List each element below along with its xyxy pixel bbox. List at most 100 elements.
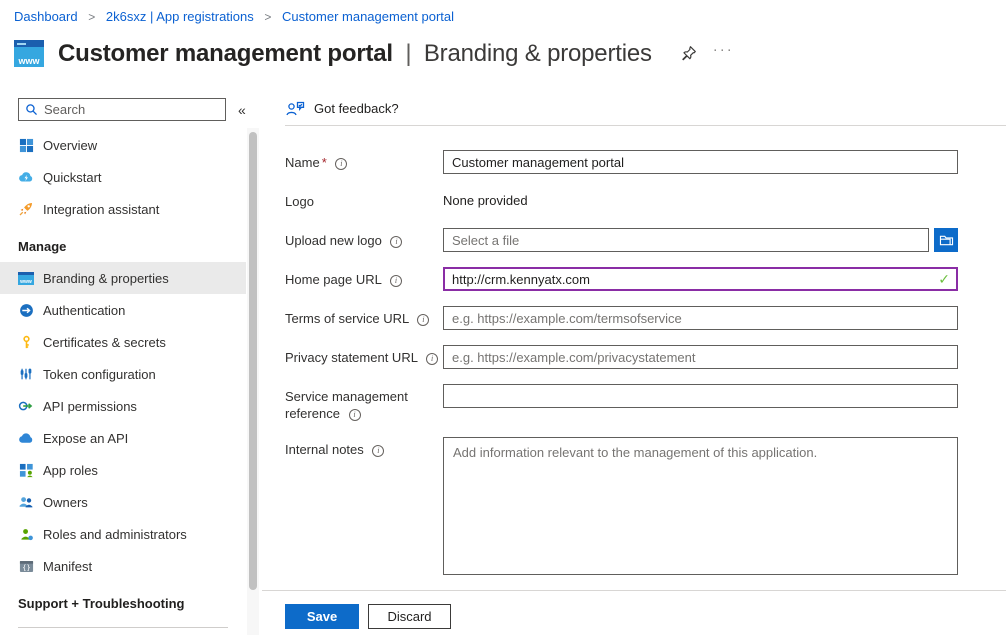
sidebar-item-authentication[interactable]: Authentication [0,294,246,326]
sidebar-item-label: API permissions [43,399,137,414]
sidebar-item-label: Owners [43,495,88,510]
name-input[interactable] [443,150,958,174]
svg-text:{}: {} [22,562,30,571]
sidebar-item-label: Branding & properties [43,271,169,286]
sidebar-item-label: Quickstart [43,170,102,185]
manifest-braces-icon: {} [18,558,34,574]
home-page-url-input[interactable] [443,267,958,291]
quickstart-icon [18,169,34,185]
form-row-name: Name* i [285,150,1006,174]
info-icon[interactable]: i [372,445,384,457]
sidebar-item-label: Token configuration [43,367,156,382]
breadcrumb-separator: > [88,10,95,24]
sidebar-item-label: Expose an API [43,431,128,446]
search-icon [25,103,38,116]
privacy-url-label: Privacy statement URL i [285,345,443,369]
sidebar-item-quickstart[interactable]: Quickstart [0,161,246,193]
privacy-url-input[interactable] [443,345,958,369]
got-feedback-link[interactable]: Got feedback? [285,88,435,117]
form-row-privacy-url: Privacy statement URL i [285,345,1006,369]
sidebar-search-box [18,98,226,121]
form-footer: Save Discard [262,590,1006,635]
admin-person-icon [18,526,34,542]
discard-button[interactable]: Discard [368,604,451,629]
info-icon[interactable]: i [349,409,361,421]
sidebar-item-manifest[interactable]: {} Manifest [0,550,246,582]
breadcrumb-link-dashboard[interactable]: Dashboard [14,9,78,24]
terms-url-label: Terms of service URL i [285,306,443,330]
sidebar-section-manage: Manage [0,225,262,262]
upload-logo-label: Upload new logo i [285,228,443,252]
sidebar-item-token-configuration[interactable]: Token configuration [0,358,246,390]
logo-value: None provided [443,189,958,208]
breadcrumb-link-app-registrations[interactable]: 2k6sxz | App registrations [106,9,254,24]
sign-in-arrow-icon [18,302,34,318]
name-label: Name* i [285,150,443,174]
internal-notes-textarea[interactable] [443,437,958,575]
form-row-service-reference: Service management reference i [285,384,1006,422]
sidebar-item-label: Authentication [43,303,125,318]
sidebar-nav: Overview Quickstart Integration assistan… [0,129,262,628]
info-icon[interactable]: i [417,314,429,326]
info-icon[interactable]: i [335,158,347,170]
sidebar-item-api-permissions[interactable]: API permissions [0,390,246,422]
form-row-home-page-url: Home page URL i ✓ [285,267,1006,291]
sidebar-item-label: Manifest [43,559,92,574]
sidebar-item-overview[interactable]: Overview [0,129,246,161]
sidebar-item-roles-administrators[interactable]: Roles and administrators [0,518,246,550]
sidebar-scrollbar[interactable] [249,132,257,590]
home-page-url-label: Home page URL i [285,267,443,291]
sliders-icon [18,366,34,382]
sidebar-item-label: Certificates & secrets [43,335,166,350]
more-options-icon[interactable]: ··· [713,45,734,63]
app-www-icon: www [14,40,44,67]
grid-person-icon [18,462,34,478]
form-row-logo: Logo None provided [285,189,1006,210]
page-title-app-name: Customer management portal [58,40,393,67]
got-feedback-label: Got feedback? [314,101,399,116]
save-button[interactable]: Save [285,604,359,629]
service-reference-input[interactable] [443,384,958,408]
page-header: www Customer management portal | Brandin… [0,24,1006,70]
sidebar-section-support: Support + Troubleshooting [0,582,262,619]
breadcrumb-separator: > [264,10,271,24]
page-title-separator: | [399,40,417,67]
breadcrumb: Dashboard > 2k6sxz | App registrations >… [0,0,1006,24]
sidebar-divider [18,627,228,628]
sidebar-item-label: App roles [43,463,98,478]
page-title: Customer management portal | Branding & … [58,40,652,68]
browse-file-button[interactable] [934,228,958,252]
key-icon [18,334,34,350]
collapse-sidebar-icon[interactable]: « [238,102,246,118]
required-marker: * [322,155,327,170]
cloud-icon [18,430,34,446]
logo-label: Logo [285,189,443,210]
sidebar-item-expose-an-api[interactable]: Expose an API [0,422,246,454]
branding-form: Name* i Logo None provided Upload new lo… [285,126,1006,578]
internal-notes-label: Internal notes i [285,437,443,578]
upload-logo-input[interactable] [443,228,929,252]
info-icon[interactable]: i [390,236,402,248]
sidebar-item-app-roles[interactable]: App roles [0,454,246,486]
sidebar-item-owners[interactable]: Owners [0,486,246,518]
info-icon[interactable]: i [426,353,438,365]
pin-icon[interactable] [680,45,697,62]
sidebar-item-integration-assistant[interactable]: Integration assistant [0,193,246,225]
branding-www-icon: www [18,270,34,286]
feedback-icon [285,100,305,117]
sidebar-item-label: Integration assistant [43,202,159,217]
sidebar-item-certificates-secrets[interactable]: Certificates & secrets [0,326,246,358]
folder-icon [939,234,954,247]
rocket-icon [18,201,34,217]
sidebar: « Overview Quickstart Integration assist… [0,88,262,635]
sidebar-scrollbar-track [247,128,259,635]
search-input[interactable] [44,102,219,117]
breadcrumb-link-current-app[interactable]: Customer management portal [282,9,454,24]
terms-url-input[interactable] [443,306,958,330]
info-icon[interactable]: i [390,275,402,287]
sidebar-item-label: Roles and administrators [43,527,187,542]
people-icon [18,494,34,510]
service-reference-label: Service management reference i [285,384,443,422]
form-row-terms-url: Terms of service URL i [285,306,1006,330]
sidebar-item-branding-properties[interactable]: www Branding & properties [0,262,246,294]
